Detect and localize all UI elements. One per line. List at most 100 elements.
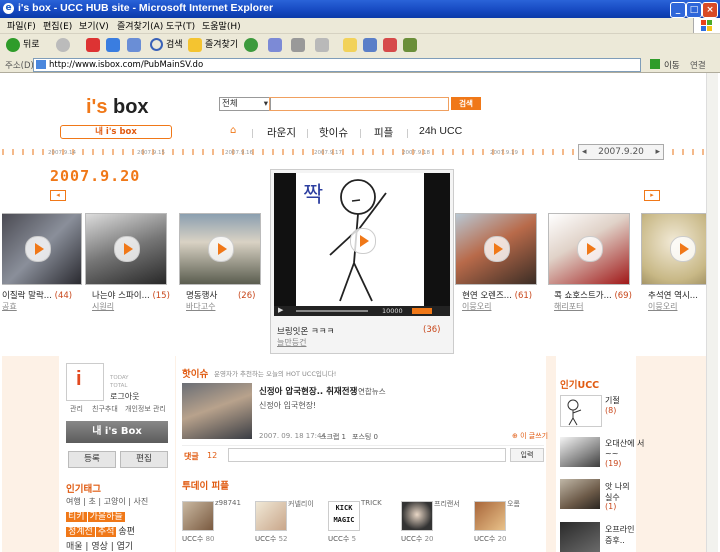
tag-item[interactable]: 매울 — [66, 542, 83, 552]
menu-tools[interactable]: 도구(T) — [166, 19, 195, 32]
forward-icon[interactable] — [56, 38, 70, 52]
person-avatar[interactable] — [401, 501, 433, 531]
person-name[interactable]: z98741 — [215, 499, 241, 507]
my-box-button[interactable]: 내 i's Box — [66, 421, 168, 443]
date-navigator[interactable]: ◂ 2007.9.20 ▸ — [578, 144, 664, 160]
person-avatar[interactable] — [474, 501, 506, 531]
nav-people[interactable]: 피플 — [374, 125, 393, 140]
comment-input[interactable] — [228, 448, 506, 462]
video-user-5[interactable]: 이뭉오리 — [462, 301, 491, 312]
featured-video[interactable]: 짝 — [274, 173, 450, 306]
featured-title[interactable]: 브링잇온 ㅋㅋㅋ — [277, 325, 334, 337]
person-avatar[interactable] — [182, 501, 214, 531]
video-user-7[interactable]: 이뭉오리 — [648, 301, 677, 312]
discuss-icon[interactable] — [343, 38, 357, 52]
play-control-icon[interactable]: ▶ — [278, 306, 283, 314]
comment-submit-button[interactable]: 입력 — [510, 448, 544, 462]
maximize-button[interactable]: □ — [686, 2, 702, 18]
tag-item[interactable]: 티키 — [66, 512, 87, 522]
video-thumbnail-3[interactable] — [179, 213, 261, 285]
register-button[interactable]: 등록 — [68, 451, 116, 468]
tag-item[interactable]: 송편 — [118, 527, 135, 537]
research-icon[interactable] — [363, 38, 377, 52]
favorites-icon[interactable] — [188, 38, 202, 52]
print-icon[interactable] — [291, 38, 305, 52]
mail-icon[interactable] — [268, 38, 282, 52]
person-avatar[interactable]: KICK MAGIC — [328, 501, 360, 531]
volume-bar[interactable] — [412, 308, 432, 314]
go-button[interactable]: 이동 — [664, 59, 680, 71]
home-icon[interactable] — [127, 38, 141, 52]
prev-date-icon[interactable]: ◂ — [582, 145, 587, 159]
video-caption-6[interactable]: 콕 쇼호스트가... (69) — [554, 289, 632, 301]
play-icon[interactable] — [484, 236, 510, 262]
carousel-next-button[interactable]: ▸ — [644, 190, 660, 201]
video-thumbnail-1[interactable] — [2, 213, 82, 285]
seek-bar[interactable] — [296, 310, 368, 312]
video-caption-7[interactable]: 추석연 역시... — [648, 289, 698, 301]
date-tick[interactable]: 2007.9.14 — [48, 150, 76, 156]
messenger-icon[interactable] — [383, 38, 397, 52]
date-tick[interactable]: 2007.9.15 — [137, 150, 165, 156]
video-thumbnail-6[interactable] — [548, 213, 630, 285]
nav-24h-ucc[interactable]: 24h UCC — [419, 125, 462, 137]
close-button[interactable]: × — [702, 2, 718, 18]
video-thumbnail-5[interactable] — [455, 213, 537, 285]
menu-help[interactable]: 도움말(H) — [202, 19, 241, 32]
menu-edit[interactable]: 편집(E) — [43, 19, 72, 32]
tag-item[interactable]: 정계전 — [66, 527, 95, 537]
edit-button[interactable]: 편집 — [120, 451, 168, 468]
minimize-button[interactable]: _ — [670, 2, 686, 18]
play-icon[interactable] — [208, 236, 234, 262]
hot-issue-headline[interactable]: 신정아 압국현장.. 취재전쟁 — [259, 385, 357, 397]
manage-link[interactable]: 관리 — [70, 404, 83, 414]
tools-icon[interactable] — [403, 38, 417, 52]
video-user-2[interactable]: 시원리 — [92, 301, 114, 312]
tag-item[interactable]: 가을하늘 — [87, 512, 125, 522]
search-button[interactable]: 검색 — [451, 97, 481, 110]
hot-issue-source[interactable]: 연합뉴스 — [358, 386, 386, 397]
video-user-3[interactable]: 바다고수 — [186, 301, 215, 312]
popular-ucc-item-title[interactable]: 오대산에 서~~ — [605, 438, 645, 458]
back-label[interactable]: 뒤로 — [23, 37, 40, 53]
media-icon[interactable] — [244, 38, 258, 52]
play-icon[interactable] — [350, 228, 376, 254]
refresh-icon[interactable] — [106, 38, 120, 52]
video-thumbnail-2[interactable] — [85, 213, 167, 285]
menu-favorites[interactable]: 즐겨찾기(A) — [117, 19, 163, 32]
account-link[interactable]: 개인정보 관리 — [125, 404, 166, 414]
video-caption-1[interactable]: 이질락 말락... (44) — [2, 289, 72, 301]
video-caption-5[interactable]: 현연 오렌즈... (61) — [462, 289, 532, 301]
person-name[interactable]: 프리랜서 — [434, 499, 460, 509]
home-nav-icon[interactable]: ⌂ — [230, 126, 241, 136]
play-icon[interactable] — [114, 236, 140, 262]
tag-item[interactable]: 추석 — [95, 527, 117, 537]
site-logo[interactable]: i's box — [86, 96, 149, 119]
my-isbox-tab[interactable]: 내 i's box — [60, 125, 172, 139]
person-avatar[interactable] — [255, 501, 287, 531]
person-name[interactable]: TRICK — [361, 499, 382, 507]
popular-ucc-item-title[interactable]: 기절 — [605, 395, 620, 406]
play-icon[interactable] — [670, 236, 696, 262]
search-icon[interactable] — [150, 38, 163, 51]
nav-lounge[interactable]: 라운지 — [267, 125, 296, 140]
video-caption-2[interactable]: 나는야 스파이... (15) — [92, 289, 170, 301]
play-icon[interactable] — [25, 236, 51, 262]
date-tick[interactable]: 2007.9.17 — [314, 150, 342, 156]
profile-avatar[interactable]: i — [66, 363, 104, 401]
address-input[interactable]: http://www.isbox.com/PubMainSV.do — [33, 58, 641, 72]
carousel-prev-button[interactable]: ◂ — [50, 190, 66, 201]
menu-file[interactable]: 파일(F) — [7, 19, 36, 32]
favorites-label[interactable]: 즐겨찾기 — [205, 37, 238, 53]
video-user-6[interactable]: 해리포터 — [554, 301, 583, 312]
search-category-select[interactable]: 전체 ▾ — [219, 97, 271, 111]
tag-item[interactable]: 엽기 — [117, 542, 134, 552]
scrollbar[interactable] — [706, 73, 718, 552]
video-caption-3[interactable]: 명동행사 (26) — [186, 289, 255, 301]
video-user-1[interactable]: 공효 — [2, 301, 17, 312]
hot-issue-thumbnail[interactable] — [182, 383, 252, 439]
date-tick[interactable]: 2007.9.18 — [402, 150, 430, 156]
back-icon[interactable] — [6, 38, 20, 52]
play-icon[interactable] — [577, 236, 603, 262]
hot-issue-write-link[interactable]: ⊕ 이 글쓰기 — [512, 431, 548, 441]
